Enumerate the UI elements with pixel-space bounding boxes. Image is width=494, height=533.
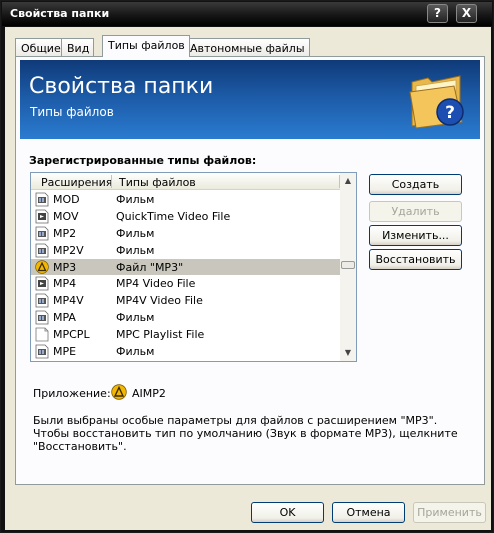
extension-cell: MPCPL xyxy=(53,328,90,342)
list-item[interactable]: MOV QuickTime Video File xyxy=(31,208,340,225)
file-types-panel: Свойства папки Типы файлов ? Зарегистрир… xyxy=(15,56,485,485)
file-type-cell: MP4V Video File xyxy=(116,294,203,308)
film-file-icon xyxy=(35,226,49,241)
close-button[interactable]: X xyxy=(456,4,477,23)
list-scrollbar[interactable]: ▲ ▼ xyxy=(340,173,356,361)
tab-file-types[interactable]: Типы файлов xyxy=(102,35,190,57)
file-type-cell: Фильм xyxy=(116,243,155,257)
media-file-icon xyxy=(35,276,49,291)
aimp-icon xyxy=(111,384,127,400)
extension-cell: MP3 xyxy=(53,260,77,274)
change-button[interactable]: Изменить... xyxy=(369,225,462,246)
help-button[interactable]: ? xyxy=(427,4,448,23)
file-type-cell: Файл "MP3" xyxy=(116,260,184,274)
scroll-thumb[interactable] xyxy=(341,261,355,269)
application-label: Приложение: xyxy=(33,387,111,400)
window-title: Свойства папки xyxy=(10,7,110,20)
blank-file-icon xyxy=(35,327,49,342)
application-name: AIMP2 xyxy=(132,387,166,400)
restore-note: Были выбраны особые параметры для файлов… xyxy=(33,414,458,453)
list-rows: MOD Фильм MOV QuickTime Video File MP2 Фильм M… xyxy=(31,191,340,360)
registered-types-label: Зарегистрированные типы файлов: xyxy=(29,154,257,167)
list-item[interactable]: MOD Фильм xyxy=(31,191,340,208)
list-item[interactable]: MP2V Фильм xyxy=(31,242,340,259)
film-file-icon xyxy=(35,192,49,207)
column-header-extension[interactable]: Расширения xyxy=(41,176,112,189)
extension-cell: MPE xyxy=(53,345,77,359)
list-item[interactable]: MP3 Файл "MP3" xyxy=(31,258,340,276)
list-item[interactable]: MP4 MP4 Video File xyxy=(31,275,340,292)
extension-cell: MPA xyxy=(53,311,76,325)
banner-subtitle: Типы файлов xyxy=(30,105,114,119)
dialog-body: Общие Вид Типы файлов Автономные файлы С… xyxy=(5,27,491,530)
extension-cell: MP4V xyxy=(53,294,84,308)
folder-options-window: Свойства папки ? X Общие Вид Типы файлов… xyxy=(0,0,494,533)
file-type-cell: MP4 Video File xyxy=(116,277,196,291)
file-type-cell: QuickTime Video File xyxy=(116,209,231,223)
file-types-list[interactable]: Расширения Типы файлов MOD Фильм MOV QuickT… xyxy=(30,172,357,362)
scroll-up-button[interactable]: ▲ xyxy=(340,173,356,189)
film-file-icon xyxy=(35,310,49,325)
file-type-cell: Фильм xyxy=(116,193,155,206)
extension-cell: MP2V xyxy=(53,243,84,257)
list-item[interactable]: MP2 Фильм xyxy=(31,225,340,242)
extension-cell: MP2 xyxy=(53,226,77,240)
media-file-icon xyxy=(35,209,49,224)
file-type-cell: Фильм xyxy=(116,226,155,240)
column-header-file-type[interactable]: Типы файлов xyxy=(119,176,196,189)
title-bar[interactable]: Свойства папки ? X xyxy=(2,2,492,26)
ok-button[interactable]: OK xyxy=(251,502,324,523)
create-button[interactable]: Создать xyxy=(369,174,462,195)
extension-cell: MP4 xyxy=(53,277,77,291)
tab-offline-files[interactable]: Автономные файлы xyxy=(184,38,310,56)
file-type-cell: Фильм xyxy=(116,311,155,325)
film-file-icon xyxy=(35,243,49,258)
scroll-down-button[interactable]: ▼ xyxy=(340,345,356,361)
list-item[interactable]: MPA Фильм xyxy=(31,309,340,326)
tab-general[interactable]: Общие xyxy=(15,38,66,56)
aimp-icon xyxy=(35,259,49,275)
svg-text:?: ? xyxy=(445,103,455,123)
tab-view[interactable]: Вид xyxy=(61,38,95,56)
cancel-button[interactable]: Отмена xyxy=(332,502,405,523)
film-file-icon xyxy=(35,344,49,359)
list-header: Расширения Типы файлов xyxy=(31,173,340,190)
file-type-cell: Фильм xyxy=(116,345,155,359)
extension-cell: MOV xyxy=(53,209,79,223)
restore-button[interactable]: Восстановить xyxy=(369,249,462,270)
list-item[interactable]: MPE Фильм xyxy=(31,343,340,360)
folder-help-icon: ? xyxy=(409,75,464,129)
list-item[interactable]: MPCPL MPC Playlist File xyxy=(31,326,340,343)
apply-button[interactable]: Применить xyxy=(413,502,486,523)
list-item[interactable]: MP4V MP4V Video File xyxy=(31,292,340,309)
extension-cell: MOD xyxy=(53,193,80,206)
header-banner: Свойства папки Типы файлов ? xyxy=(20,60,480,139)
film-file-icon xyxy=(35,293,49,308)
delete-button[interactable]: Удалить xyxy=(369,201,462,222)
file-type-cell: MPC Playlist File xyxy=(116,328,205,342)
banner-title: Свойства папки xyxy=(29,74,214,99)
